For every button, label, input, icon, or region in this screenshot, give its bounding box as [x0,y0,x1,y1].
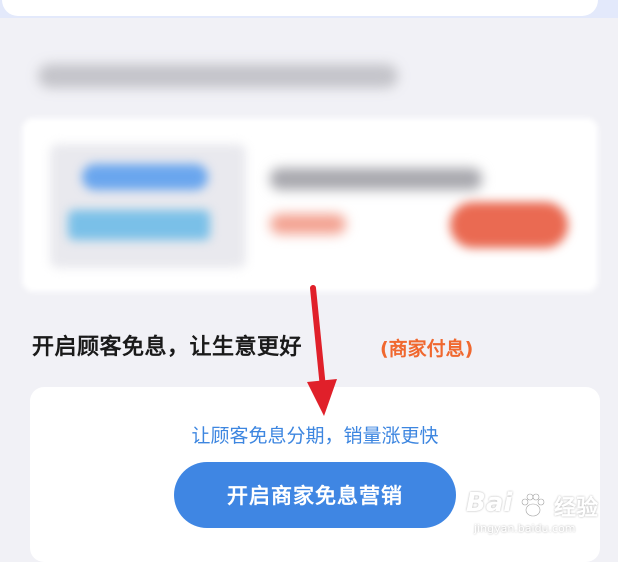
watermark-url: jingyan.baidu.com [474,522,576,535]
red-arrow-annotation-icon [307,285,337,416]
section-heading: 开启顾客免息，让生意更好 [32,335,303,360]
promo-description: 让顾客免息分期，销量涨更快 [191,425,439,447]
blurred-action-button[interactable] [450,202,568,248]
paw-icon [521,493,545,517]
top-card-body [2,0,598,16]
blurred-thumbnail-bar [82,164,208,190]
blurred-product-price [270,214,346,234]
enable-interest-free-button[interactable]: 开启商家免息营销 [174,462,456,528]
merchant-pays-interest-tag: (商家付息) [380,338,474,360]
top-card [0,0,618,18]
blurred-product-name [270,168,482,190]
blurred-thumbnail-bar [68,210,210,240]
blurred-section-title [38,64,398,88]
blurred-product-thumbnail [50,144,246,268]
watermark-brand-text: 经验 [554,496,599,521]
baidu-jingyan-watermark: Bai 经验 jingyan.baidu.com [466,488,612,544]
watermark-logo-text: Bai [466,488,513,518]
